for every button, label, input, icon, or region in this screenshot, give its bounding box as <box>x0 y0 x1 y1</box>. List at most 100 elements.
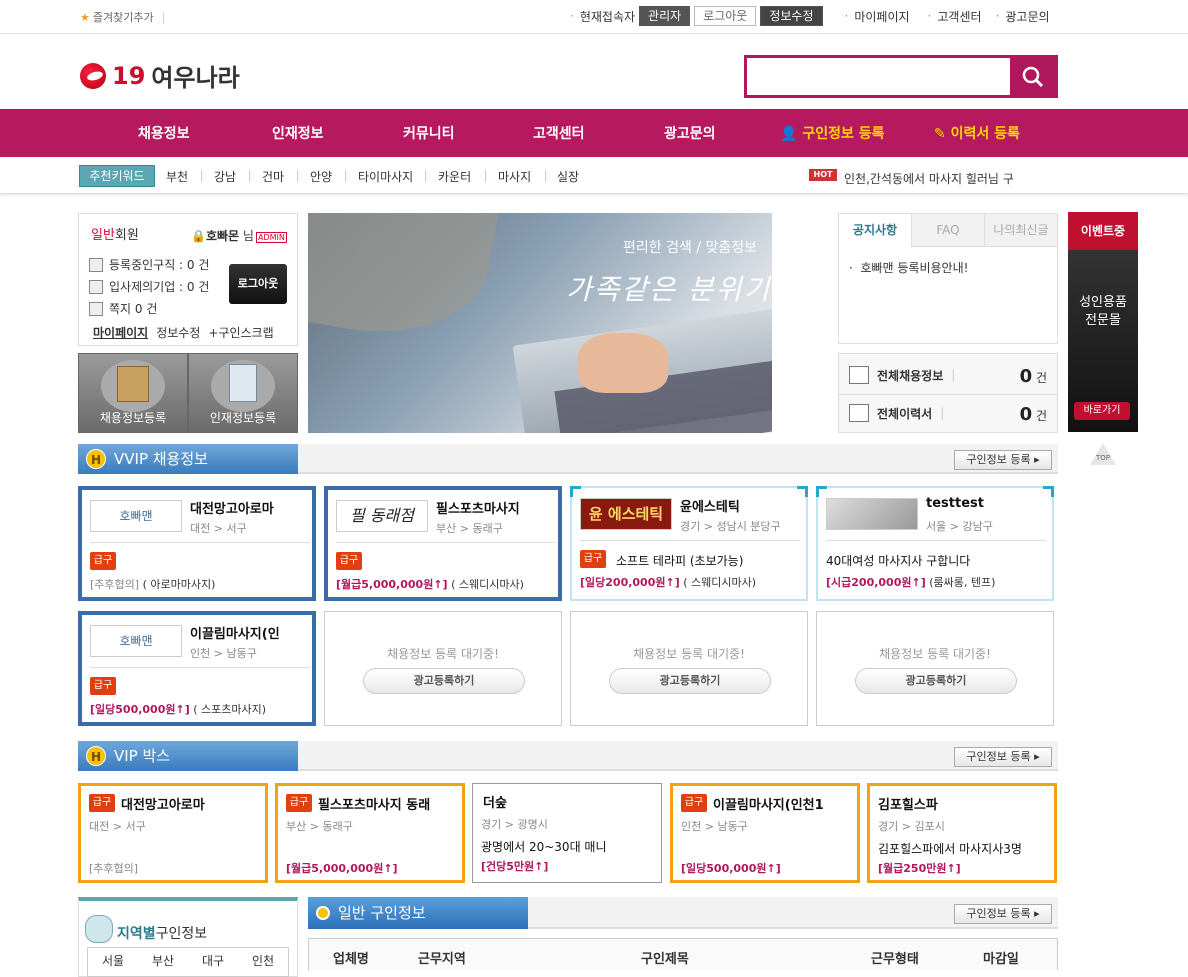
main-banner[interactable]: 편리한 검색 / 맞춤정보 가족같은 분위기 <box>308 213 772 433</box>
region-tab-busan[interactable]: 부산 <box>152 948 174 976</box>
tab-faq[interactable]: FAQ <box>911 214 984 247</box>
general-section-header: 일반 구인정보 구인정보 등록 ▸ <box>308 897 1058 929</box>
vip-box-item[interactable]: 급구 대전망고아로마 대전 > 서구 [추후협의] <box>78 783 268 883</box>
vip-register-button[interactable]: 구인정보 등록 ▸ <box>954 747 1052 767</box>
event-side-banner[interactable]: 이벤트중 성인용품 전문몰 바로가기 <box>1068 212 1138 432</box>
nav-register-resume[interactable]: ✎ 이력서 등록 <box>934 123 1020 143</box>
company-name: 이끌림마사지(인천1 <box>713 798 824 813</box>
scroll-top-button[interactable]: TOP <box>1090 443 1116 465</box>
pay-info: [추후협의] <box>89 862 139 875</box>
region-tab-seoul[interactable]: 서울 <box>102 948 124 976</box>
pay-info: [건당5만원↑] <box>481 860 549 873</box>
vvip-card[interactable]: 호빠맨 이끌림마사지(인 인천 > 남동구 급구 [일당500,000원↑] (… <box>78 611 316 726</box>
nav-support[interactable]: 고객센터 <box>533 123 585 143</box>
nav-register-job-label: 구인정보 등록 <box>802 126 885 142</box>
top-edit-button[interactable]: 정보수정 <box>760 6 823 26</box>
company-name: 더숲 <box>483 796 507 811</box>
mypage-link[interactable]: 마이페이지 <box>93 324 148 341</box>
link-current-users[interactable]: 현재접속자 <box>580 8 635 25</box>
region-tab-daegu[interactable]: 대구 <box>202 948 224 976</box>
ad-register-button[interactable]: 광고등록하기 <box>855 668 1017 694</box>
link-ad-inquiry[interactable]: 광고문의 <box>1005 8 1049 25</box>
h-badge-icon: H <box>86 746 106 766</box>
vip-box-item[interactable]: 더숲 경기 > 광명시 광명에서 20~30대 매니 [건당5만원↑] <box>472 783 662 883</box>
hand-pointer-icon <box>85 915 113 943</box>
nav-register-resume-label: 이력서 등록 <box>950 126 1020 142</box>
nav-register-job[interactable]: 👤 구인정보 등록 <box>780 123 884 143</box>
tab-my-posts[interactable]: 나의최신글 <box>984 214 1057 247</box>
nav-ad-inquiry[interactable]: 광고문의 <box>664 123 716 143</box>
company-name: 윤에스테틱 <box>680 500 740 515</box>
hot-headline[interactable]: 인천,간석동에서 마사지 힐러님 구 <box>844 170 1014 187</box>
search-button[interactable] <box>1010 58 1055 95</box>
search-input[interactable] <box>747 58 1005 95</box>
vip-box-item[interactable]: 김포힐스파 경기 > 김포시 김포힐스파에서 마사지사3명 [월급250만원↑] <box>867 783 1057 883</box>
company-location: 대전 > 서구 <box>89 820 146 833</box>
pay-info: [일당500,000원↑] <box>681 862 781 875</box>
register-talent-button[interactable]: 인재정보등록 <box>188 353 298 433</box>
job-offer-count[interactable]: 입사제의기업 : 0 건 <box>89 278 209 295</box>
vvip-card[interactable]: 필 동래점 필스포츠마사지 부산 > 동래구 급구 [월급5,000,000원↑… <box>324 486 562 601</box>
col-deadline: 마감일 <box>983 952 1019 967</box>
job-scrap-link[interactable]: +구인스크랩 <box>208 324 273 341</box>
keyword-item[interactable]: 강남 <box>214 168 236 185</box>
pay-info: [시급200,000원↑] (룸싸롱, 텐프) <box>826 576 996 589</box>
keyword-item[interactable]: 건마 <box>262 168 284 185</box>
favorite-link[interactable]: ★ 즐겨찾기추가 | <box>80 9 165 25</box>
company-location: 부산 > 동래구 <box>286 820 353 833</box>
general-register-button[interactable]: 구인정보 등록 ▸ <box>954 904 1052 924</box>
registered-resume-count[interactable]: 등록중인구직 : 0 건 <box>89 256 209 273</box>
job-description: 소프트 테라피 (초보가능) <box>616 554 744 568</box>
ad-register-button[interactable]: 광고등록하기 <box>609 668 771 694</box>
register-job-button[interactable]: 채용정보등록 <box>78 353 188 433</box>
search-icon <box>1022 66 1043 87</box>
keyword-item[interactable]: 마사지 <box>498 168 531 185</box>
total-jobs[interactable]: 전체채용정보 | <box>849 366 955 384</box>
edit-info-link[interactable]: 정보수정 <box>156 324 200 341</box>
site-logo[interactable]: 19 여우나라 <box>80 58 240 93</box>
ad-register-button[interactable]: 광고등록하기 <box>363 668 525 694</box>
keyword-item[interactable]: 실장 <box>557 168 579 185</box>
logout-button[interactable]: 로그아웃 <box>229 264 287 304</box>
admin-button[interactable]: 관리자 <box>639 6 691 26</box>
keyword-item[interactable]: 타이마사지 <box>358 168 413 185</box>
member-links: 마이페이지 정보수정 +구인스크랩 <box>93 324 274 341</box>
company-location: 경기 > 광명시 <box>481 818 548 831</box>
vip-box-item[interactable]: 급구 필스포츠마사지 동래 부산 > 동래구 [월급5,000,000원↑] <box>275 783 465 883</box>
member-box: 일반회원 🔒호빠몬 님 ADMIN 등록중인구직 : 0 건 입사제의기업 : 0… <box>78 213 298 346</box>
link-support[interactable]: 고객센터 <box>937 8 981 25</box>
company-name: 김포힐스파 <box>878 798 938 813</box>
member-level: 일반회원 <box>91 228 139 243</box>
top-logout-button[interactable]: 로그아웃 <box>694 6 757 26</box>
pencil-note-icon <box>849 404 869 422</box>
total-resumes[interactable]: 전체이력서 | <box>849 404 944 422</box>
event-go-button[interactable]: 바로가기 <box>1074 402 1130 420</box>
vvip-card[interactable]: 윤 에스테틱 윤에스테틱 경기 > 성남시 분당구 급구 소프트 테라피 (초보… <box>570 486 808 601</box>
notice-item[interactable]: · 호빠맨 등록비용안내! <box>849 259 968 276</box>
message-count[interactable]: 쪽지 0 건 <box>89 300 157 317</box>
circle-bullet-icon <box>316 906 330 920</box>
waiting-text: 채용정보 등록 대기중! <box>879 647 991 661</box>
company-logo: 호빠맨 <box>90 625 182 657</box>
keyword-item[interactable]: 카운터 <box>438 168 471 185</box>
company-logo: 호빠맨 <box>90 500 182 532</box>
company-location: 경기 > 성남시 분당구 <box>680 520 781 533</box>
vvip-register-button[interactable]: 구인정보 등록 ▸ <box>954 450 1052 470</box>
pencil-icon: ✎ <box>934 126 946 142</box>
vip-box-item[interactable]: 급구 이끌림마사지(인천1 인천 > 남동구 [일당500,000원↑] <box>670 783 860 883</box>
company-location: 대전 > 서구 <box>190 522 247 535</box>
vvip-card[interactable]: 호빠맨 대전망고아로마 대전 > 서구 급구 [추후협의] ( 아로마마사지) <box>78 486 316 601</box>
banner-title: 가족같은 분위기 <box>566 273 772 306</box>
nav-community[interactable]: 커뮤니티 <box>403 123 455 143</box>
link-mypage[interactable]: 마이페이지 <box>854 8 909 25</box>
vvip-card[interactable]: testtest 서울 > 강남구 40대여성 마사지사 구합니다 [시급200… <box>816 486 1054 601</box>
region-tab-incheon[interactable]: 인천 <box>252 948 274 976</box>
keyword-item[interactable]: 부천 <box>166 168 188 185</box>
nav-talent[interactable]: 인재정보 <box>272 123 324 143</box>
logo-mark-icon <box>80 62 106 89</box>
tab-notice[interactable]: 공지사항 <box>839 214 911 247</box>
company-logo: 필 동래점 <box>336 500 428 532</box>
keyword-item[interactable]: 안양 <box>310 168 332 185</box>
nav-jobs[interactable]: 채용정보 <box>138 123 190 143</box>
waiting-text: 채용정보 등록 대기중! <box>633 647 745 661</box>
